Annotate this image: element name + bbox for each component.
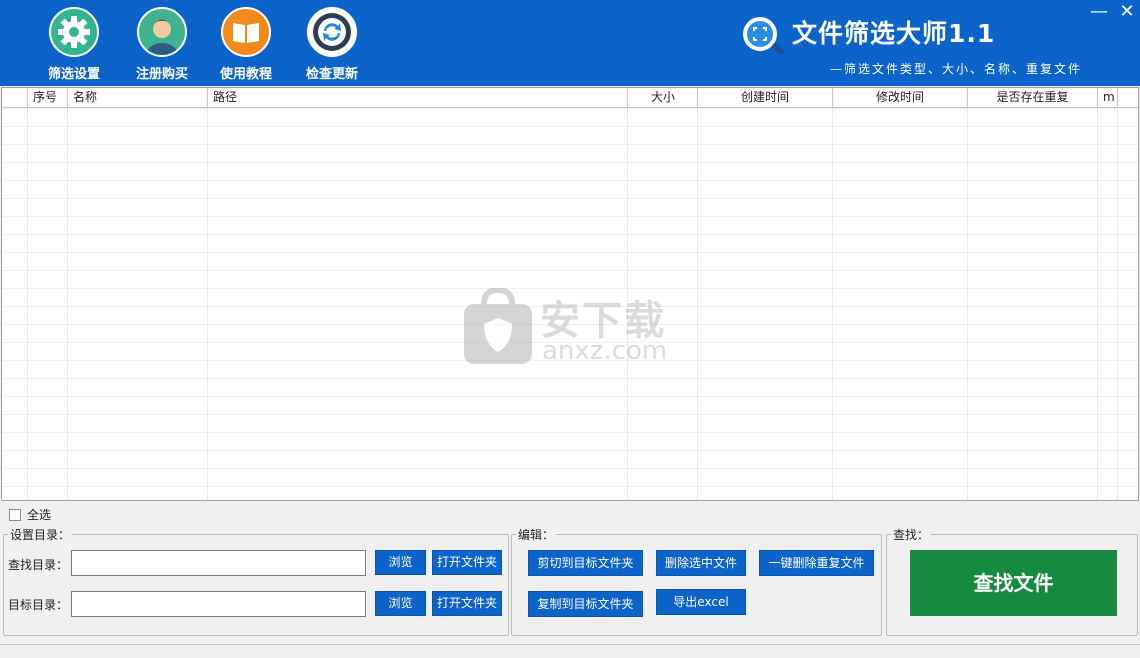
delete-selected-button[interactable]: 删除选中文件 xyxy=(656,550,746,576)
edit-legend: 编辑： xyxy=(518,528,555,542)
toolbar-label: 使用教程 xyxy=(219,67,272,82)
app-header: 筛选设置 注册购买 使用教程 检查更新 文件筛选大师1.1 —筛选文件类型、大小… xyxy=(0,0,1140,86)
column-header-indicator[interactable] xyxy=(2,88,28,107)
toolbar-label: 检查更新 xyxy=(305,67,358,82)
column-header-created[interactable]: 创建时间 xyxy=(698,88,833,107)
browse-search-button[interactable]: 浏览 xyxy=(375,550,426,575)
toolbar-tutorial[interactable]: 使用教程 xyxy=(206,7,286,82)
watermark-url: anxz.com xyxy=(542,336,668,366)
column-header-filler xyxy=(1118,88,1138,107)
search-dir-label: 查找目录： xyxy=(8,558,69,572)
select-all-label: 全选 xyxy=(27,508,52,522)
settings-legend: 设置目录： xyxy=(10,528,71,542)
column-header-m[interactable]: m xyxy=(1098,88,1118,107)
column-header-size[interactable]: 大小 xyxy=(628,88,698,107)
column-header-duplicate[interactable]: 是否存在重复 xyxy=(968,88,1098,107)
settings-group: 设置目录： xyxy=(3,526,509,636)
cut-to-target-button[interactable]: 剪切到目标文件夹 xyxy=(528,550,643,576)
delete-duplicates-button[interactable]: 一键删除重复文件 xyxy=(759,550,874,576)
copy-to-target-button[interactable]: 复制到目标文件夹 xyxy=(528,591,643,617)
browse-target-button[interactable]: 浏览 xyxy=(375,591,426,616)
toolbar-filter-settings[interactable]: 筛选设置 xyxy=(34,7,114,82)
close-button[interactable]: ✕ xyxy=(1116,2,1138,22)
toolbar-label: 筛选设置 xyxy=(47,67,100,82)
export-excel-button[interactable]: 导出excel xyxy=(656,589,746,615)
edit-group: 编辑： xyxy=(511,526,882,636)
find-legend: 查找： xyxy=(893,528,930,542)
status-bar xyxy=(0,644,1140,658)
app-subtitle: —筛选文件类型、大小、名称、重复文件 xyxy=(830,62,1083,76)
checkbox-box[interactable] xyxy=(9,508,21,521)
column-header-modified[interactable]: 修改时间 xyxy=(833,88,968,107)
toolbar-register-buy[interactable]: 注册购买 xyxy=(122,7,202,82)
target-dir-label: 目标目录： xyxy=(8,598,69,612)
toolbar-label: 注册购买 xyxy=(135,67,188,82)
open-search-folder-button[interactable]: 打开文件夹 xyxy=(432,550,502,575)
minimize-button[interactable]: — xyxy=(1088,2,1110,22)
toolbar-check-update[interactable]: 检查更新 xyxy=(292,7,372,82)
column-header-path[interactable]: 路径 xyxy=(208,88,628,107)
user-avatar-icon xyxy=(137,7,187,57)
search-dir-input[interactable] xyxy=(71,550,366,576)
open-target-folder-button[interactable]: 打开文件夹 xyxy=(432,591,502,616)
find-files-button[interactable]: 查找文件 xyxy=(910,550,1117,616)
watermark-bag-icon xyxy=(464,288,532,364)
book-icon xyxy=(221,7,271,57)
file-list-grid[interactable]: 序号 名称 路径 大小 创建时间 修改时间 是否存在重复 m 安下载 anxz.… xyxy=(1,87,1139,501)
select-all-checkbox[interactable]: 全选 xyxy=(9,506,51,523)
app-title: 文件筛选大师1.1 xyxy=(792,19,996,48)
target-dir-input[interactable] xyxy=(71,591,366,617)
refresh-icon xyxy=(307,7,357,57)
magnifier-logo-icon xyxy=(740,14,788,62)
gear-icon xyxy=(49,7,99,57)
grid-header: 序号 名称 路径 大小 创建时间 修改时间 是否存在重复 m xyxy=(2,88,1138,108)
column-header-index[interactable]: 序号 xyxy=(28,88,68,107)
column-header-name[interactable]: 名称 xyxy=(68,88,208,107)
